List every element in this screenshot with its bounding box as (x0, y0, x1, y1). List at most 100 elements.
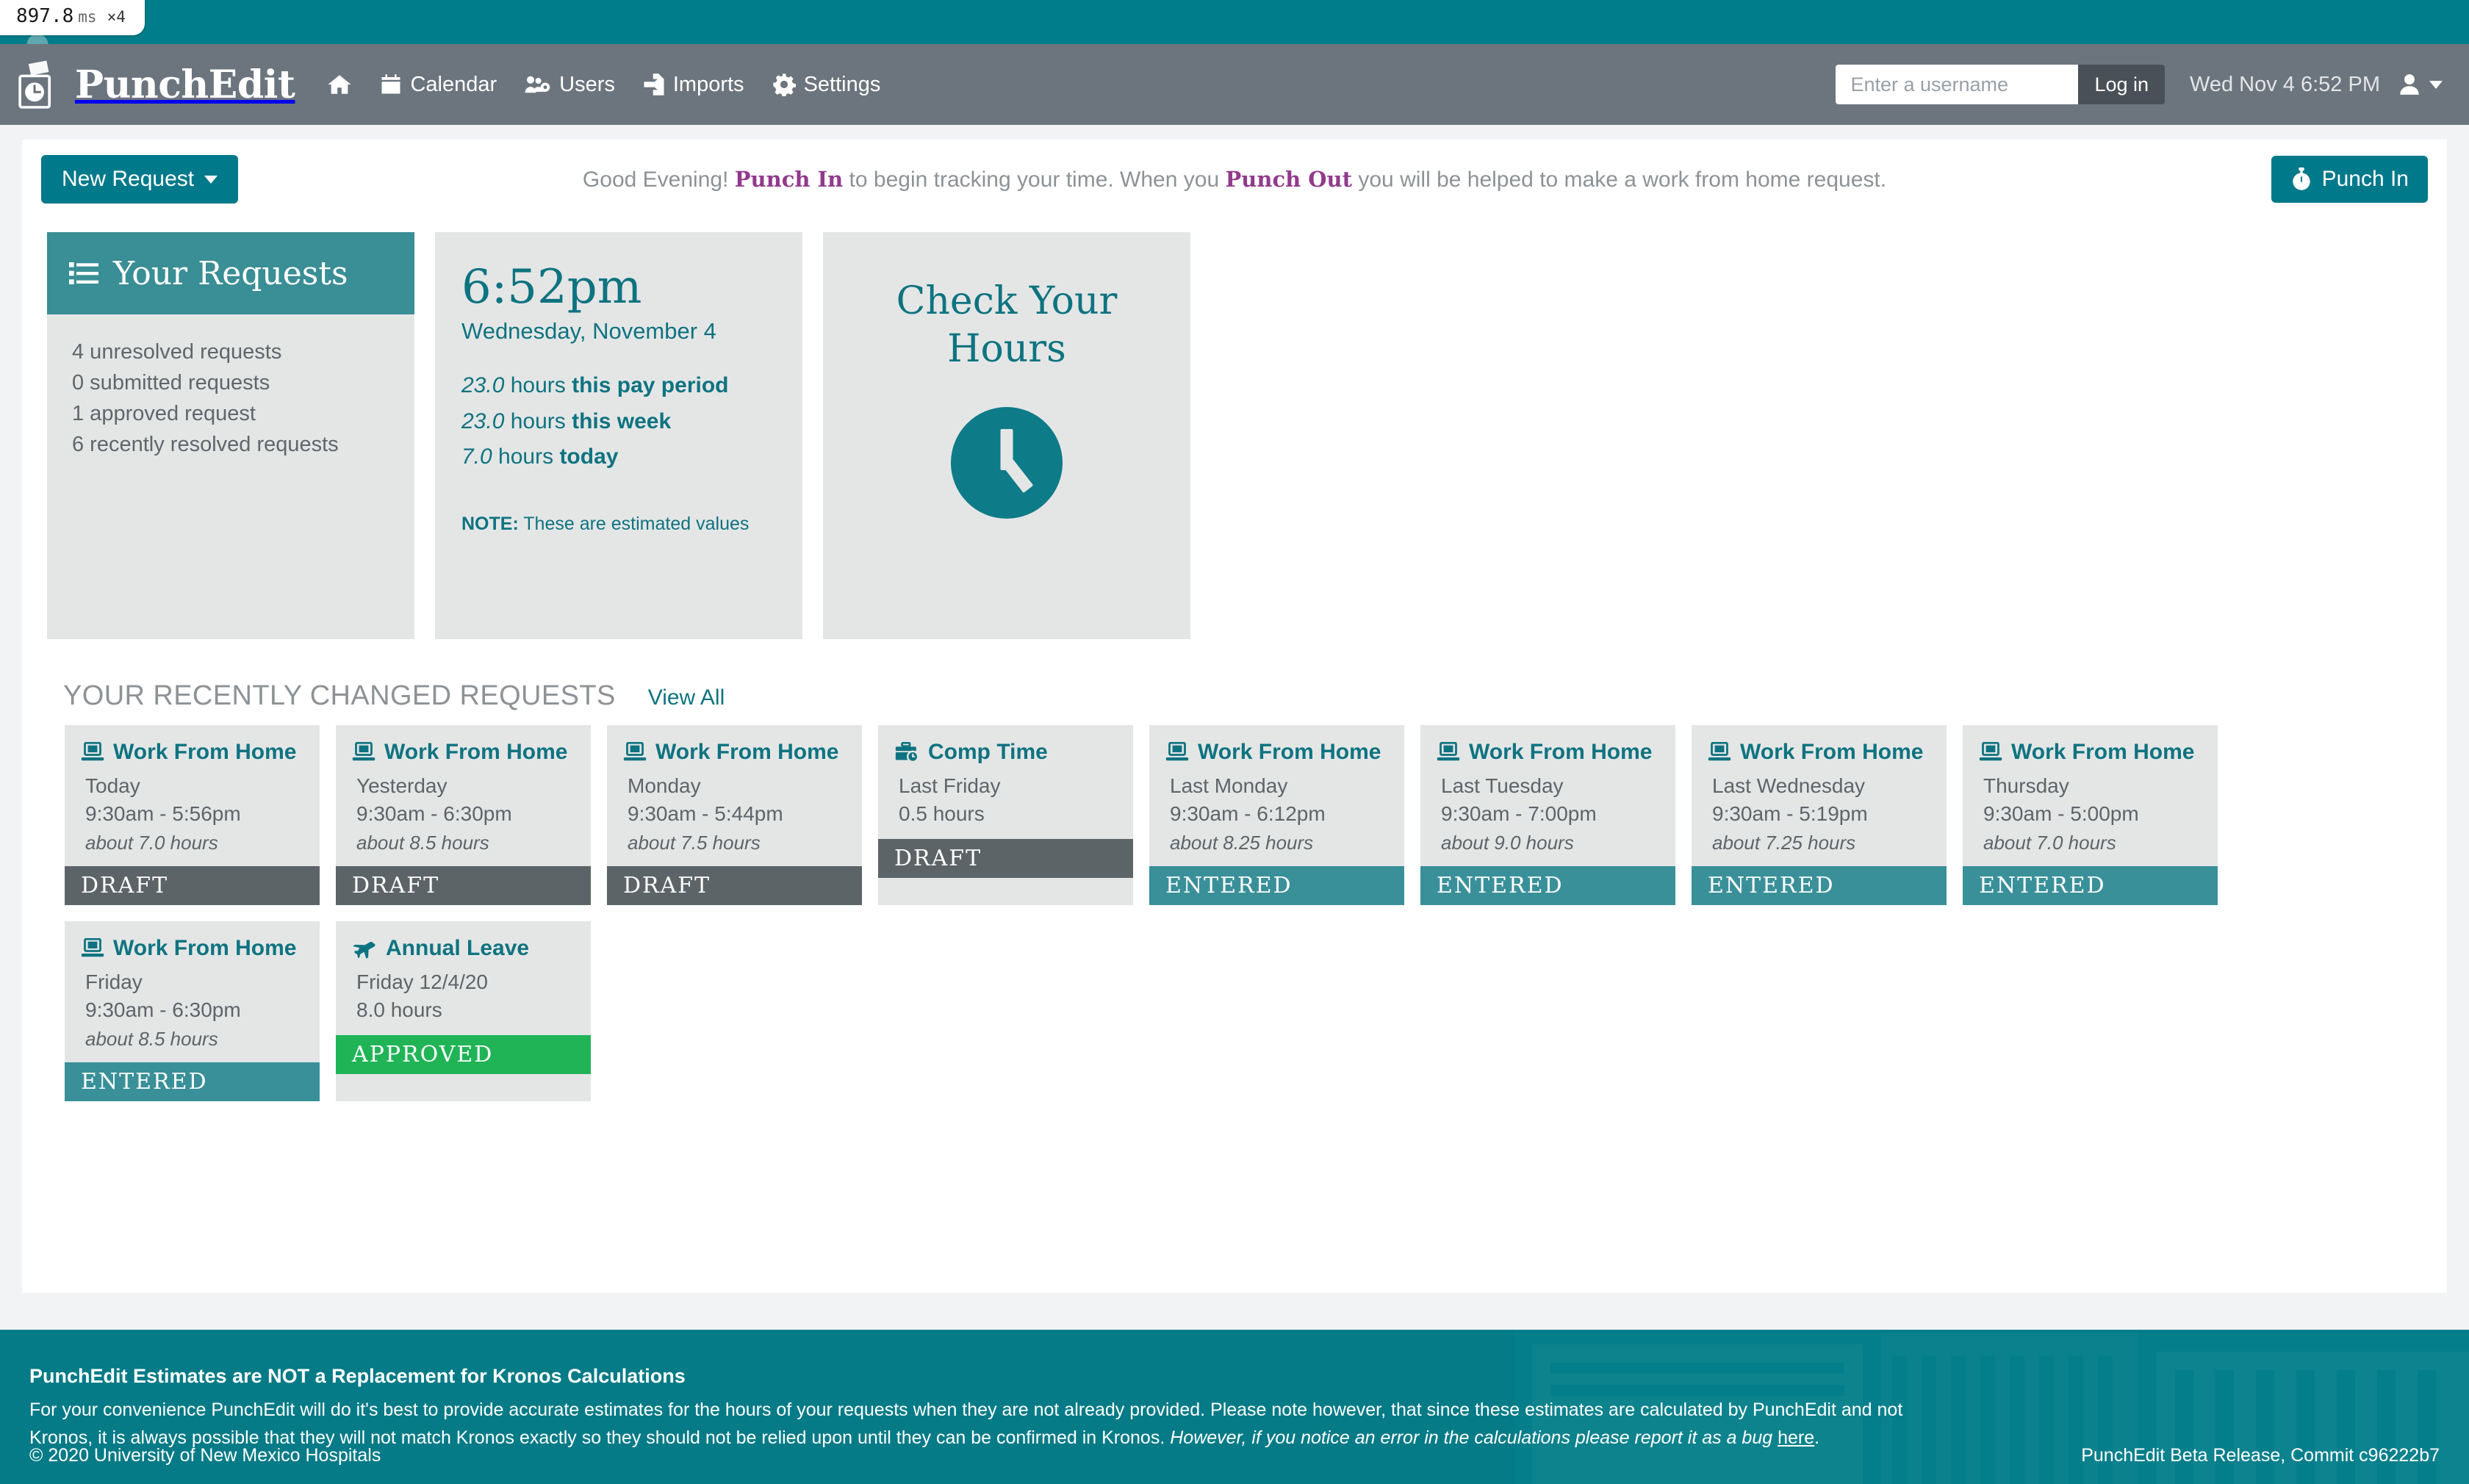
nav-item-imports-label: Imports (672, 72, 744, 96)
status-badge: DRAFT (65, 866, 320, 906)
current-time-value: 6:52pm (461, 260, 642, 314)
request-type: Work From Home (623, 740, 846, 765)
request-type-label: Work From Home (113, 936, 297, 961)
footer-disclaimer-title: PunchEdit Estimates are NOT a Replacemen… (29, 1365, 686, 1387)
nav-item-calendar[interactable]: Calendar (380, 73, 497, 97)
copyright-text: © 2020 University of New Mexico Hospital… (29, 1444, 381, 1466)
perf-unit: ms (78, 8, 97, 26)
subfooter: © 2020 University of New Mexico Hospital… (0, 1427, 2469, 1484)
request-card[interactable]: Work From Home Monday 9:30am - 5:44pm about… (607, 725, 862, 906)
laptop-icon (1165, 742, 1189, 761)
request-card[interactable]: Work From Home Friday 9:30am - 6:30pm about… (65, 921, 320, 1102)
request-card-body: Work From Home Thursday 9:30am - 5:00pm abo… (1963, 725, 2218, 866)
navbar: PunchEdit Calendar Users Imports Setting… (0, 44, 2469, 125)
current-time-card: 6:52pm Wednesday, November 4 23.0 hours … (435, 232, 802, 639)
top-teal-strip (0, 0, 2469, 56)
your-requests-title: Your Requests (113, 254, 348, 292)
clock-hand-minute (1002, 457, 1034, 494)
hours-summary-list: 23.0 hours this pay period 23.0 hours th… (461, 368, 776, 475)
hours-period-label: this week (572, 408, 672, 433)
request-type-label: Work From Home (1198, 740, 1381, 764)
request-times: 9:30am - 6:30pm (85, 998, 241, 1021)
laptop-icon (81, 938, 104, 957)
greeting-banner: Good Evening! Punch In to begin tracking… (41, 167, 2428, 192)
request-type: Work From Home (81, 740, 303, 765)
laptop-icon (1437, 742, 1460, 761)
imports-icon (644, 73, 664, 96)
request-day: Friday 12/4/20 (356, 970, 488, 994)
requests-line: 1 approved request (72, 402, 256, 426)
request-card[interactable]: Work From Home Last Tuesday 9:30am - 7:00p… (1420, 725, 1675, 906)
nav-item-imports[interactable]: Imports (643, 73, 744, 97)
request-type: Work From Home (81, 936, 303, 961)
laptop-icon (623, 742, 647, 761)
home-icon (328, 75, 352, 94)
login-button[interactable]: Log in (2078, 65, 2166, 104)
punch-in-link[interactable]: Punch In (735, 167, 843, 192)
nav-item-settings-label: Settings (803, 72, 881, 96)
request-estimate: about 9.0 hours (1441, 832, 1574, 854)
request-type-label: Work From Home (113, 740, 297, 764)
request-estimate: about 8.5 hours (356, 832, 489, 854)
page-background: New Request Good Evening! Punch In to be… (0, 125, 2469, 1330)
request-card[interactable]: Work From Home Yesterday 9:30am - 6:30pm ab… (336, 725, 591, 906)
request-estimate: about 8.5 hours (85, 1028, 218, 1051)
laptop-icon (1708, 742, 1731, 761)
request-times: 9:30am - 5:56pm (85, 802, 241, 825)
request-day: Monday (628, 774, 701, 797)
status-badge: DRAFT (607, 866, 862, 906)
estimate-note-text: These are estimated values (518, 513, 750, 534)
request-times: 9:30am - 6:12pm (1170, 802, 1326, 825)
list-icon (69, 262, 98, 284)
request-type-label: Annual Leave (386, 936, 530, 961)
request-card-grid: Work From Home Today 9:30am - 5:56pm about … (65, 725, 2401, 1102)
hours-unit: hours (504, 373, 572, 398)
laptop-icon (81, 742, 104, 761)
status-badge: ENTERED (1420, 866, 1675, 906)
hours-value: 23.0 (461, 373, 505, 398)
greeting-prefix: Good Evening! (582, 167, 735, 192)
estimate-note-label: NOTE: (461, 513, 519, 534)
punch-out-link[interactable]: Punch Out (1225, 167, 1352, 192)
perf-value: 897.8 (16, 5, 74, 27)
recently-changed-title: YOUR RECENTLY CHANGED REQUESTS (63, 680, 616, 711)
request-card[interactable]: Work From Home Last Wednesday 9:30am - 5:1… (1692, 725, 1947, 906)
hours-summary-row: 7.0 hours today (461, 439, 776, 475)
request-type: Work From Home (1708, 740, 1930, 765)
request-card[interactable]: Work From Home Last Monday 9:30am - 6:12pm… (1149, 725, 1404, 906)
request-card[interactable]: Work From Home Thursday 9:30am - 5:00pm abo… (1963, 725, 2218, 906)
request-type-label: Work From Home (655, 740, 839, 764)
request-card[interactable]: Annual Leave Friday 12/4/20 8.0 hours APPRO… (336, 921, 591, 1102)
nav-item-home[interactable] (327, 72, 352, 97)
username-input[interactable] (1836, 65, 2079, 104)
status-badge: DRAFT (878, 839, 1133, 879)
gear-icon (772, 73, 796, 96)
nav-item-settings[interactable]: Settings (772, 72, 881, 97)
request-type-label: Work From Home (1469, 740, 1653, 764)
check-your-hours-card[interactable]: Check Your Hours (823, 232, 1190, 639)
hours-period-label: this pay period (572, 373, 729, 398)
briefcase-clock-icon (895, 742, 919, 763)
user-menu[interactable] (2399, 73, 2443, 96)
request-card-body: Annual Leave Friday 12/4/20 8.0 hours (336, 921, 591, 1035)
request-times: 9:30am - 5:44pm (628, 802, 783, 825)
request-times: 8.0 hours (356, 998, 442, 1021)
request-type: Annual Leave (352, 936, 575, 961)
request-type: Work From Home (1979, 740, 2202, 765)
request-card[interactable]: Comp Time Last Friday 0.5 hours DRAFT (878, 725, 1133, 906)
request-day: Last Tuesday (1441, 774, 1564, 797)
brand-logo-link[interactable]: PunchEdit (16, 59, 295, 110)
request-card-body: Work From Home Today 9:30am - 5:56pm about … (65, 725, 320, 866)
view-all-link[interactable]: View All (648, 685, 725, 710)
navbar-clock: Wed Nov 4 6:52 PM (2190, 72, 2380, 96)
clock-icon (951, 407, 1063, 519)
hours-value: 23.0 (461, 408, 505, 433)
performance-badge: 897.8 ms ×4 (0, 0, 145, 35)
laptop-icon (352, 742, 375, 761)
request-estimate: about 8.25 hours (1170, 832, 1314, 854)
request-card[interactable]: Work From Home Today 9:30am - 5:56pm about … (65, 725, 320, 906)
nav-item-users[interactable]: Users (525, 73, 615, 97)
request-type: Work From Home (352, 740, 575, 765)
request-card-body: Work From Home Last Wednesday 9:30am - 5:1… (1692, 725, 1947, 866)
requests-line: 0 submitted requests (72, 371, 270, 395)
